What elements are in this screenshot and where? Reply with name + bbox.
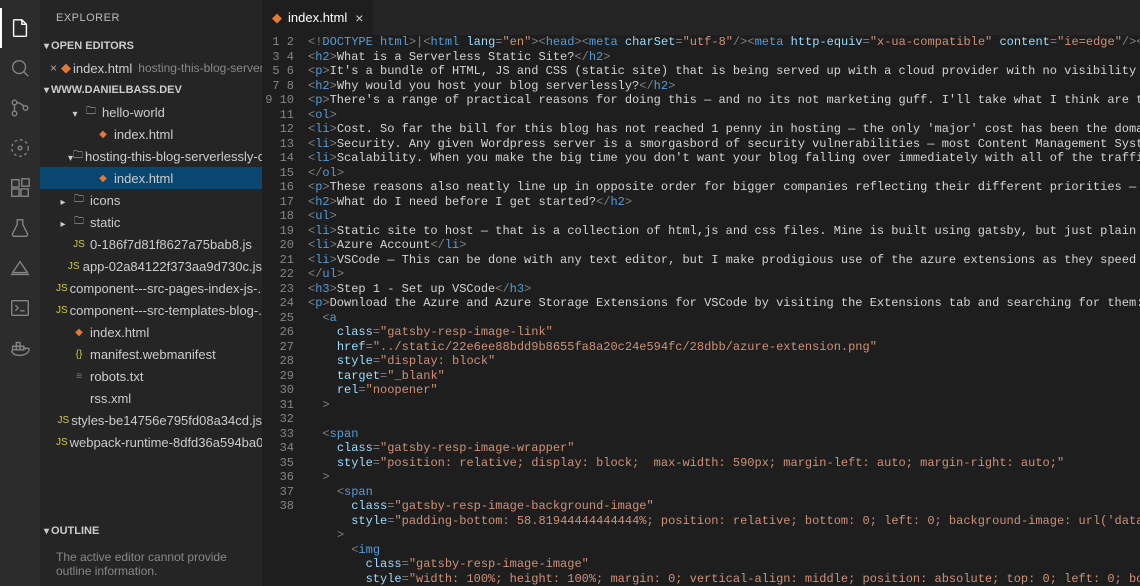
activity-docker-icon[interactable]	[0, 328, 40, 368]
chevron-down-icon	[44, 40, 49, 52]
close-icon[interactable]: ×	[50, 61, 57, 75]
activity-terminal-icon[interactable]	[0, 288, 40, 328]
item-label: icons	[90, 193, 120, 208]
sidebar-title: EXPLORER	[40, 0, 262, 35]
activity-extensions-icon[interactable]	[0, 168, 40, 208]
workspace-header[interactable]: WWW.DANIELBASS.DEV	[40, 79, 262, 101]
open-editor-item[interactable]: × ◆index.html hosting-this-blog-serverl...	[40, 57, 262, 79]
file-item[interactable]: JScomponent---src-templates-blog-...	[40, 299, 262, 321]
close-icon[interactable]: ×	[355, 10, 363, 26]
item-label: component---src-pages-index-js-...	[70, 281, 262, 296]
js-icon: JS	[56, 283, 68, 294]
json-icon: {}	[70, 349, 88, 360]
chevron-icon	[68, 105, 82, 120]
file-item[interactable]: JSwebpack-runtime-8dfd36a594ba0...	[40, 431, 262, 453]
file-tree: 🗀hello-world◆index.html🗀hosting-this-blo…	[40, 101, 262, 520]
item-label: hosting-this-blog-serverlessly-on-...	[85, 149, 262, 164]
file-item[interactable]: ◆index.html	[40, 123, 262, 145]
editor-area: ◆ index.html × 1 2 3 4 5 6 7 8 9 10 11 1…	[262, 0, 1140, 586]
activity-test-icon[interactable]	[0, 208, 40, 248]
outline-header[interactable]: OUTLINE	[40, 520, 262, 542]
item-label: styles-be14756e795fd08a34cd.js	[71, 413, 262, 428]
item-label: index.html	[90, 325, 149, 340]
item-label: 0-186f7d81f8627a75bab8.js	[90, 237, 252, 252]
chevron-down-icon	[44, 84, 49, 96]
file-item[interactable]: JScomponent---src-pages-index-js-...	[40, 277, 262, 299]
chevron-down-icon	[44, 525, 49, 537]
file-path: hosting-this-blog-serverl...	[138, 61, 262, 75]
html-icon: ◆	[94, 129, 112, 140]
folder-icon: 🗀	[70, 214, 88, 231]
code-content[interactable]: <!DOCTYPE html>|<html lang="en"><head><m…	[308, 35, 1140, 586]
folder-icon: 🗀	[70, 192, 88, 209]
open-editors-list: × ◆index.html hosting-this-blog-serverl...	[40, 57, 262, 79]
item-label: manifest.webmanifest	[90, 347, 216, 362]
js-icon: JS	[70, 239, 88, 250]
html-icon: ◆	[272, 10, 282, 26]
folder-item[interactable]: 🗀static	[40, 211, 262, 233]
file-item[interactable]: JSapp-02a84122f373aa9d730c.js	[40, 255, 262, 277]
item-label: robots.txt	[90, 369, 143, 384]
item-label: index.html	[114, 127, 173, 142]
txt-icon: ≡	[70, 371, 88, 382]
editor-body[interactable]: 1 2 3 4 5 6 7 8 9 10 11 12 13 14 15 16 1…	[262, 35, 1140, 586]
tab-bar: ◆ index.html ×	[262, 0, 1140, 35]
open-editors-header[interactable]: OPEN EDITORS	[40, 35, 262, 57]
js-icon: JS	[67, 261, 81, 272]
file-item[interactable]: rss.xml	[40, 387, 262, 409]
file-item[interactable]: ◆index.html	[40, 167, 262, 189]
chevron-icon	[56, 193, 70, 208]
file-item[interactable]: JS0-186f7d81f8627a75bab8.js	[40, 233, 262, 255]
file-item[interactable]: JSstyles-be14756e795fd08a34cd.js	[40, 409, 262, 431]
folder-item[interactable]: 🗀hello-world	[40, 101, 262, 123]
folder-icon: 🗀	[82, 104, 100, 121]
activity-explorer-icon[interactable]	[0, 8, 40, 48]
tab-index-html[interactable]: ◆ index.html ×	[262, 0, 374, 35]
html-icon: ◆	[70, 327, 88, 338]
chevron-icon	[56, 215, 70, 230]
js-icon: JS	[58, 415, 70, 426]
html-icon: ◆	[94, 173, 112, 184]
js-icon: JS	[56, 305, 68, 316]
activity-search-icon[interactable]	[0, 48, 40, 88]
item-label: webpack-runtime-8dfd36a594ba0...	[70, 435, 262, 450]
item-label: app-02a84122f373aa9d730c.js	[83, 259, 262, 274]
tab-label: index.html	[288, 10, 347, 25]
file-item[interactable]: {}manifest.webmanifest	[40, 343, 262, 365]
item-label: hello-world	[102, 105, 165, 120]
folder-icon: 🗀	[73, 148, 83, 165]
outline-body: The active editor cannot provide outline…	[40, 542, 262, 586]
item-label: static	[90, 215, 120, 230]
folder-item[interactable]: 🗀hosting-this-blog-serverlessly-on-...	[40, 145, 262, 167]
html-icon: ◆	[61, 60, 71, 76]
item-label: component---src-templates-blog-...	[70, 303, 262, 318]
activity-azure-icon[interactable]	[0, 248, 40, 288]
folder-item[interactable]: 🗀icons	[40, 189, 262, 211]
activity-debug-icon[interactable]	[0, 128, 40, 168]
js-icon: JS	[56, 437, 68, 448]
outline-label: OUTLINE	[51, 525, 99, 537]
workspace-label: WWW.DANIELBASS.DEV	[51, 84, 182, 96]
activity-bar	[0, 0, 40, 586]
sidebar: EXPLORER OPEN EDITORS ×◆index.htmlhostin…	[40, 0, 262, 586]
line-numbers: 1 2 3 4 5 6 7 8 9 10 11 12 13 14 15 16 1…	[262, 35, 308, 586]
file-item[interactable]: ≡robots.txt	[40, 365, 262, 387]
file-item[interactable]: ◆index.html	[40, 321, 262, 343]
activity-source-control-icon[interactable]	[0, 88, 40, 128]
item-label: rss.xml	[90, 391, 131, 406]
item-label: index.html	[114, 171, 173, 186]
file-name: index.html	[73, 61, 132, 76]
open-editors-label: OPEN EDITORS	[51, 40, 134, 52]
